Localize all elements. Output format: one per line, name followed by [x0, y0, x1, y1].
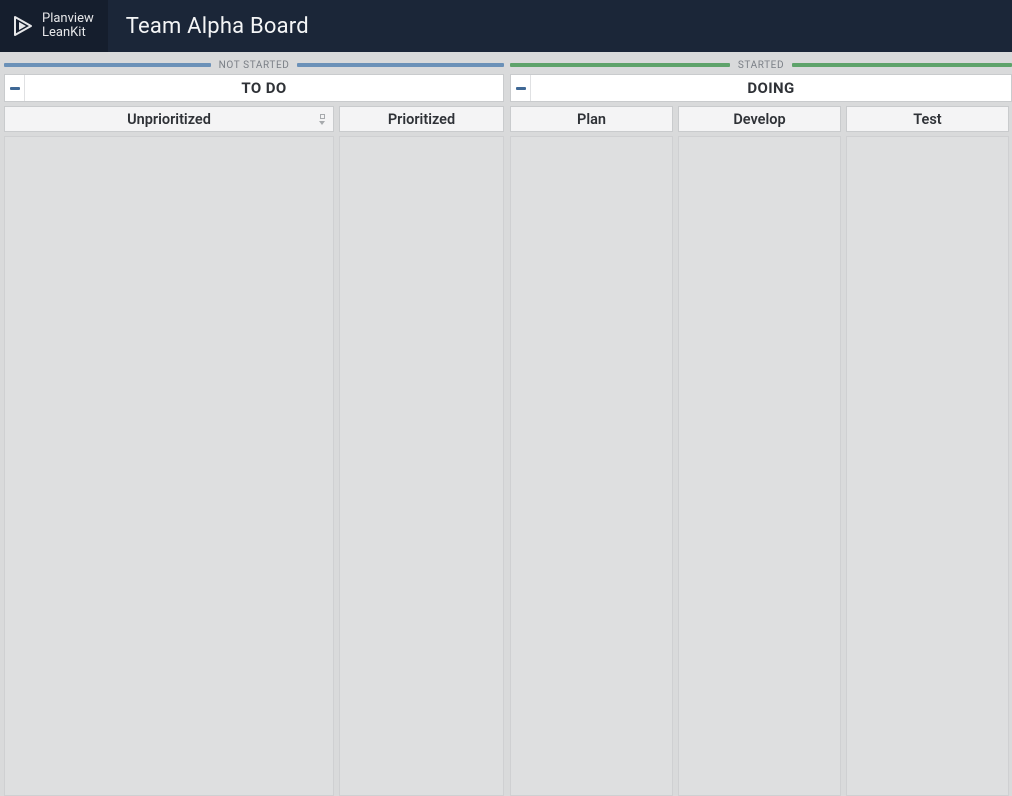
- top-header: Planview LeanKit Team Alpha Board: [0, 0, 1012, 52]
- sublane-label: Prioritized: [388, 111, 455, 128]
- section-started: STARTED DOING Plan Develop: [510, 58, 1012, 796]
- lane-header-todo[interactable]: TO DO: [4, 74, 504, 102]
- brand-line1: Planview: [42, 12, 94, 26]
- status-line-left: [510, 63, 730, 67]
- column-body-prioritized[interactable]: [339, 136, 504, 796]
- column-body-develop[interactable]: [678, 136, 841, 796]
- column-body-test[interactable]: [846, 136, 1009, 796]
- status-line-right: [297, 63, 504, 67]
- status-bar-not-started: NOT STARTED: [4, 58, 504, 72]
- lane-title: TO DO: [25, 79, 503, 97]
- sublane-label: Unprioritized: [127, 111, 211, 128]
- status-line-right: [792, 63, 1012, 67]
- lane-header-doing[interactable]: DOING: [510, 74, 1012, 102]
- sublane-test: Test: [846, 106, 1009, 796]
- brand-box[interactable]: Planview LeanKit: [0, 0, 108, 52]
- minus-icon: [10, 87, 20, 90]
- sublane-header-plan[interactable]: Plan: [510, 106, 673, 132]
- sublane-label: Develop: [733, 111, 785, 128]
- sublane-plan: Plan: [510, 106, 673, 796]
- sublane-develop: Develop: [678, 106, 841, 796]
- sublane-header-unprioritized[interactable]: Unprioritized: [4, 106, 334, 132]
- column-body-unprioritized[interactable]: [4, 136, 334, 796]
- status-label: NOT STARTED: [211, 60, 298, 71]
- status-bar-started: STARTED: [510, 58, 1012, 72]
- board-area: NOT STARTED TO DO Unprioritized: [0, 52, 1012, 796]
- collapse-button-doing[interactable]: [511, 75, 531, 101]
- lane-title: DOING: [531, 79, 1011, 97]
- column-body-plan[interactable]: [510, 136, 673, 796]
- sublane-prioritized: Prioritized: [339, 106, 504, 796]
- sublane-unprioritized: Unprioritized: [4, 106, 334, 796]
- sort-icon[interactable]: [317, 111, 327, 127]
- collapse-button-todo[interactable]: [5, 75, 25, 101]
- brand-line2: LeanKit: [42, 26, 94, 40]
- status-label: STARTED: [730, 60, 792, 71]
- status-line-left: [4, 63, 211, 67]
- section-not-started: NOT STARTED TO DO Unprioritized: [4, 58, 504, 796]
- sublane-header-develop[interactable]: Develop: [678, 106, 841, 132]
- sublane-header-prioritized[interactable]: Prioritized: [339, 106, 504, 132]
- minus-icon: [516, 87, 526, 90]
- sublane-label: Test: [913, 111, 941, 128]
- planview-logo-icon: [10, 14, 34, 38]
- sublane-label: Plan: [577, 111, 606, 128]
- brand-text: Planview LeanKit: [42, 12, 94, 39]
- board-title: Team Alpha Board: [126, 14, 309, 39]
- sublane-header-test[interactable]: Test: [846, 106, 1009, 132]
